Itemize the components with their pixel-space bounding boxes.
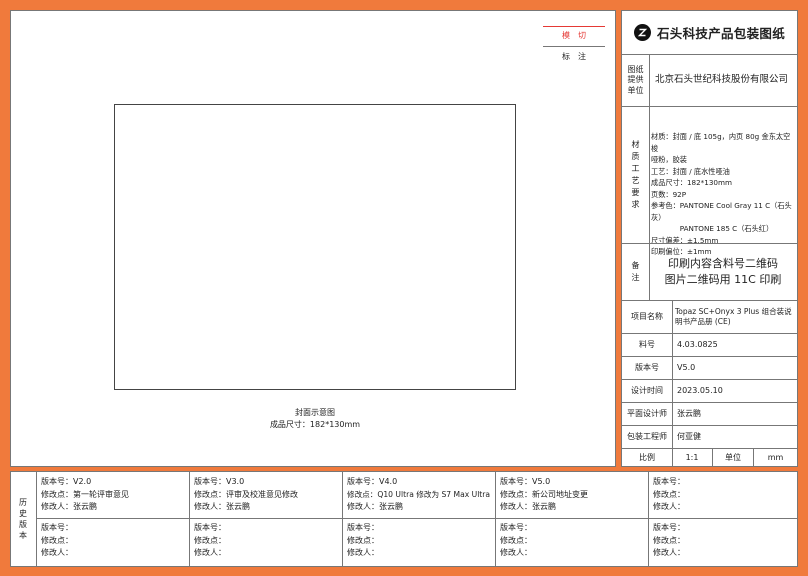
- history-entry: 版本号：V4.0 修改点：Q10 Ultra 修改为 S7 Max Ultra …: [347, 477, 491, 511]
- info-value: 2023.05.10: [677, 385, 723, 395]
- history-col-divider: [189, 472, 190, 566]
- info-label: 包装工程师: [622, 426, 673, 448]
- cut-label: 模 切: [562, 31, 586, 40]
- requirements-label: 材质工艺要求: [622, 107, 650, 243]
- stone-logo-icon: [634, 24, 651, 41]
- history-col-divider: [495, 472, 496, 566]
- remarks-text: 印刷内容含料号二维码 图片二维码用 11C 印刷: [649, 244, 797, 300]
- supplier-label: 图纸提供单位: [622, 55, 650, 106]
- preview-caption-size: 成品尺寸：182*130mm: [269, 420, 361, 429]
- requirements-text: 材质：封面 / 底 105g，内页 80g 金东太空梭 哑粉，胶装 工艺：封面 …: [651, 131, 797, 258]
- info-label: 版本号: [622, 357, 673, 379]
- remark-line: 图片二维码用 11C 印刷: [664, 273, 782, 286]
- supplier-value: 北京石头世纪科技股份有限公司: [655, 74, 789, 86]
- info-value: 4.03.0825: [677, 339, 718, 349]
- requirement-line: 参考色：PANTONE Cool Gray 11 C（石头灰）: [651, 201, 792, 222]
- history-col-divider: [342, 472, 343, 566]
- info-label: 设计时间: [622, 380, 673, 402]
- info-row-engineer: 包装工程师 何亚健: [622, 425, 797, 448]
- supplier-row: 图纸提供单位 北京石头世纪科技股份有限公司: [622, 54, 797, 106]
- remark-line: 印刷内容含料号二维码: [668, 257, 778, 270]
- info-value: 何亚健: [677, 431, 701, 441]
- annotation-label: 标 注: [562, 52, 586, 61]
- history-row-divider: [36, 518, 797, 519]
- brand-title: 石头科技产品包装图纸: [657, 26, 786, 41]
- requirement-line: 哑粉，胶装: [651, 155, 687, 164]
- history-block: 历史版本 版本号：V2.0 修改点：第一轮评审意见 修改人：张云鹏 版本号：V3…: [10, 471, 798, 567]
- info-row-project: 项目名称 Topaz SC+Onyx 3 Plus 组合装说明书产品册 (CE): [622, 300, 797, 333]
- info-label: 平面设计师: [622, 403, 673, 425]
- history-entry: 版本号：V5.0 修改点：新公司地址变更 修改人：张云鹏: [500, 477, 588, 511]
- brand-header: 石头科技产品包装图纸: [622, 11, 797, 54]
- history-entry: 版本号： 修改点： 修改人：: [41, 523, 73, 557]
- info-row-design-date: 设计时间 2023.05.10: [622, 379, 797, 402]
- history-entry: 版本号：V2.0 修改点：第一轮评审意见 修改人：张云鹏: [41, 477, 129, 511]
- requirement-line: 成品尺寸：182*130mm: [651, 178, 732, 187]
- history-entry: 版本号：V3.0 修改点：评审及校准意见修改 修改人：张云鹏: [194, 477, 298, 511]
- unit-label: 单位: [725, 452, 741, 462]
- requirements-row: 材质工艺要求 材质：封面 / 底 105g，内页 80g 金东太空梭 哑粉，胶装…: [622, 106, 797, 256]
- requirement-line: PANTONE 185 C（石头红）: [651, 224, 774, 233]
- drawing-area: 模 切 标 注 封面示意图 成品尺寸：182*130mm: [10, 10, 616, 467]
- remarks-label: 备注: [622, 244, 650, 300]
- scale-label: 比例: [622, 449, 673, 467]
- info-row-version: 版本号 V5.0: [622, 356, 797, 379]
- cut-line-legend: [543, 26, 605, 27]
- info-row-designer: 平面设计师 张云鹏: [622, 402, 797, 425]
- history-entry: 版本号： 修改点： 修改人：: [653, 477, 685, 511]
- info-value: 张云鹏: [677, 408, 701, 418]
- scale-row: 比例 1:1 单位 mm: [622, 448, 797, 467]
- requirement-line: 材质：封面 / 底 105g，内页 80g 金东太空梭: [651, 132, 791, 153]
- history-entry: 版本号： 修改点： 修改人：: [653, 523, 685, 557]
- info-value: V5.0: [677, 362, 696, 372]
- title-block: 石头科技产品包装图纸 图纸提供单位 北京石头世纪科技股份有限公司 材质工艺要求 …: [621, 10, 798, 467]
- unit-value: mm: [767, 452, 784, 462]
- requirement-line: 页数：92P: [651, 189, 687, 199]
- preview-caption-title: 封面示意图: [295, 408, 335, 417]
- remarks-row: 备注 印刷内容含料号二维码 图片二维码用 11C 印刷: [622, 243, 797, 300]
- info-label: 项目名称: [622, 301, 673, 333]
- info-value: Topaz SC+Onyx 3 Plus 组合装说明书产品册 (CE): [675, 307, 792, 326]
- requirement-line: 工艺：封面 / 底水性哑油: [651, 166, 730, 176]
- history-col-divider: [648, 472, 649, 566]
- info-row-part-number: 料号 4.03.0825: [622, 333, 797, 356]
- history-entry: 版本号： 修改点： 修改人：: [500, 523, 532, 557]
- cover-preview-box: [114, 104, 516, 390]
- annotation-line-legend: [543, 46, 605, 47]
- history-label: 历史版本: [11, 472, 37, 566]
- history-entry: 版本号： 修改点： 修改人：: [347, 523, 379, 557]
- history-entry: 版本号： 修改点： 修改人：: [194, 523, 226, 557]
- info-label: 料号: [622, 334, 673, 356]
- scale-value: 1:1: [685, 452, 699, 462]
